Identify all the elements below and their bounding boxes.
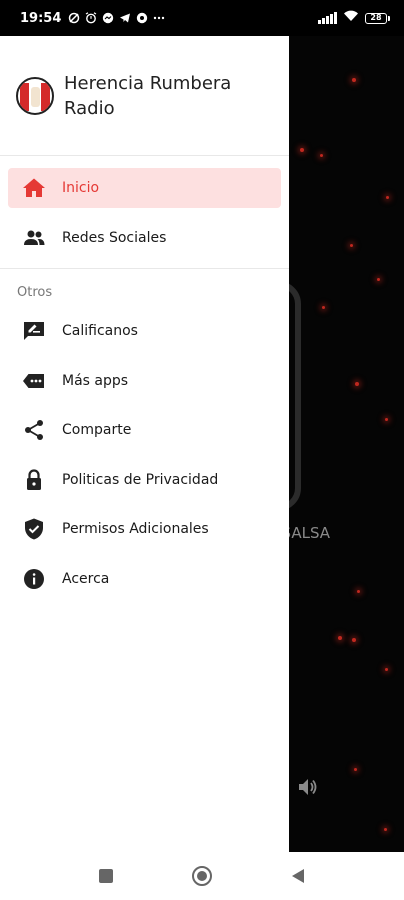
alarm-icon: [84, 12, 97, 25]
status-bar: 19:54 28: [0, 0, 404, 36]
rate-review-icon: [22, 319, 46, 343]
recents-icon: [99, 869, 113, 883]
menu-item-comparte[interactable]: Comparte: [8, 410, 281, 450]
menu-item-redes-sociales[interactable]: Redes Sociales: [8, 218, 281, 258]
notification-icons: [67, 12, 165, 25]
menu-item-inicio[interactable]: Inicio: [8, 168, 281, 208]
system-status: 28: [318, 10, 390, 26]
main-menu: Inicio Redes Sociales: [0, 156, 289, 258]
wifi-icon: [343, 10, 359, 26]
people-icon: [22, 226, 46, 250]
status-time: 19:54: [20, 10, 62, 26]
menu-item-label: Politicas de Privacidad: [62, 471, 219, 488]
signal-icon: [318, 12, 337, 24]
battery-icon: 28: [365, 12, 390, 24]
app-notification-icon: [135, 12, 148, 25]
menu-item-label: Más apps: [62, 372, 129, 389]
more-notifications-icon: [152, 12, 165, 25]
menu-item-politicas-privacidad[interactable]: Politicas de Privacidad: [8, 460, 281, 500]
menu-item-label: Inicio: [62, 180, 100, 196]
back-icon: [292, 869, 304, 883]
system-nav-bar: [0, 852, 404, 900]
drawer-header: Herencia Rumbera Radio: [0, 36, 289, 156]
volume-icon[interactable]: [296, 776, 318, 798]
back-button[interactable]: [286, 864, 310, 888]
menu-item-acerca[interactable]: Acerca: [8, 559, 281, 599]
battery-level: 28: [365, 12, 387, 24]
menu-item-label: Acerca: [62, 570, 110, 587]
section-title-otros: Otros: [17, 285, 53, 300]
more-apps-icon: [22, 369, 46, 393]
others-menu: Calificanos Más apps Comparte Politicas …: [0, 309, 289, 599]
menu-item-label: Permisos Adicionales: [62, 521, 209, 538]
home-circle-icon: [192, 866, 212, 886]
menu-item-label: Calificanos: [62, 323, 138, 339]
info-icon: [22, 567, 46, 591]
data-saver-icon: [67, 12, 80, 25]
messenger-icon: [101, 12, 114, 25]
share-icon: [22, 418, 46, 442]
telegram-icon: [118, 12, 131, 25]
menu-item-mas-apps[interactable]: Más apps: [8, 361, 281, 401]
menu-item-label: Comparte: [62, 422, 132, 439]
menu-item-label: Redes Sociales: [62, 230, 167, 246]
app-name: Herencia Rumbera Radio: [64, 72, 232, 119]
recents-button[interactable]: [94, 864, 118, 888]
menu-item-calificanos[interactable]: Calificanos: [8, 311, 281, 351]
navigation-drawer: Herencia Rumbera Radio Inicio Redes Soci…: [0, 36, 289, 852]
lock-icon: [22, 468, 46, 492]
home-icon: [22, 176, 46, 200]
home-button[interactable]: [190, 864, 214, 888]
menu-item-permisos-adicionales[interactable]: Permisos Adicionales: [8, 509, 281, 549]
shield-check-icon: [22, 517, 46, 541]
app-logo: [16, 76, 54, 115]
